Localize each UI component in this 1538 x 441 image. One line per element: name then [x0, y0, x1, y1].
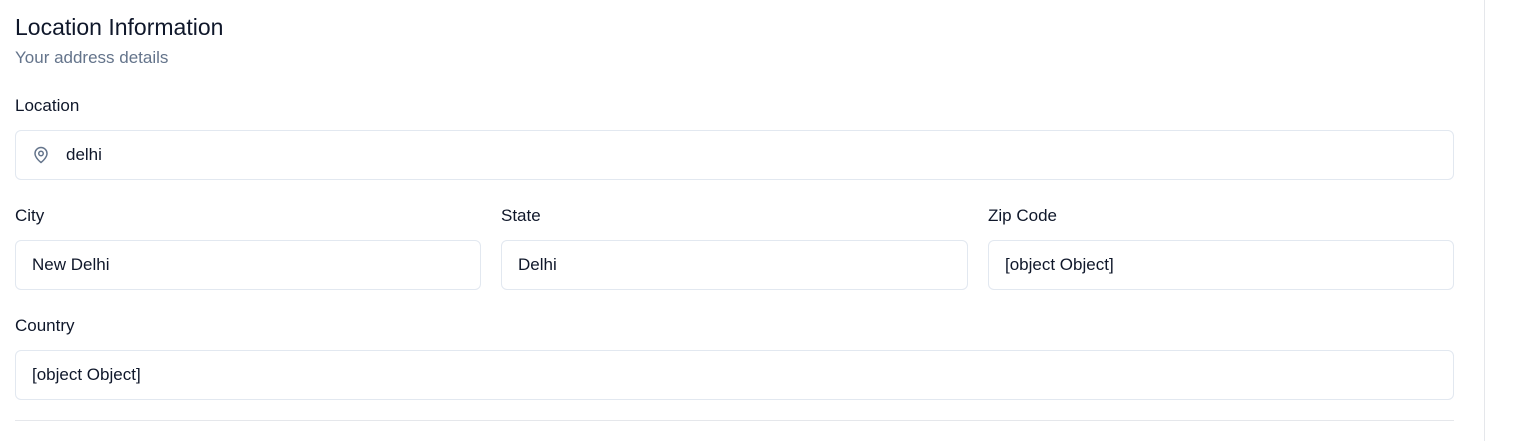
- city-label: City: [15, 206, 45, 225]
- country-label: Country: [15, 316, 75, 335]
- page: Location Information Your address detail…: [0, 0, 1538, 441]
- location-label: Location: [15, 96, 80, 115]
- location-input[interactable]: [51, 131, 1453, 179]
- zip-code-input[interactable]: [989, 241, 1453, 289]
- section-subtitle: Your address details: [15, 48, 169, 67]
- zip-code-label: Zip Code: [988, 206, 1057, 225]
- country-input[interactable]: [16, 351, 1453, 399]
- state-field[interactable]: [501, 240, 968, 290]
- city-field[interactable]: [15, 240, 481, 290]
- right-panel-edge: [1484, 0, 1538, 441]
- section-title: Location Information: [15, 14, 224, 40]
- country-field[interactable]: [15, 350, 1454, 400]
- state-label: State: [501, 206, 541, 225]
- location-field[interactable]: [15, 130, 1454, 180]
- city-input[interactable]: [16, 241, 480, 289]
- section-divider: [15, 420, 1454, 421]
- zip-code-field[interactable]: [988, 240, 1454, 290]
- state-input[interactable]: [502, 241, 967, 289]
- map-pin-icon: [31, 145, 51, 165]
